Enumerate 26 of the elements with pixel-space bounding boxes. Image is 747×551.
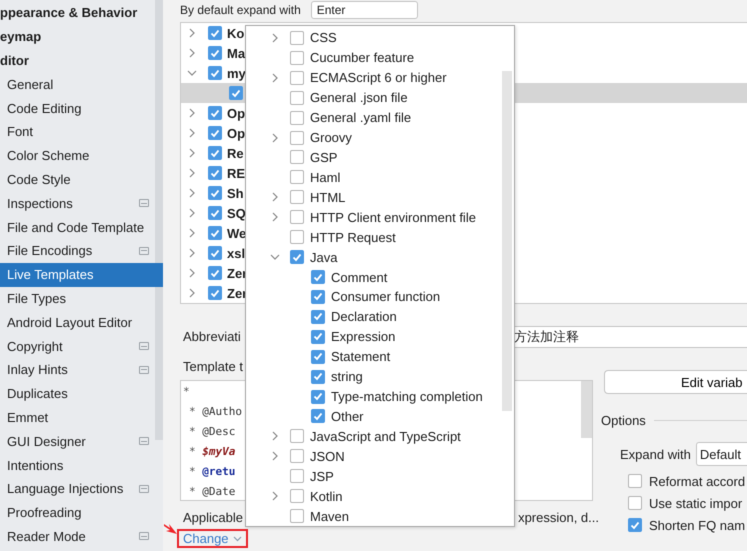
expand-with-label: Expand with [620, 446, 691, 462]
group-name: Ma [227, 46, 246, 60]
group-name: Sh [227, 186, 244, 200]
code-line: * @retu [189, 464, 236, 480]
code-line: * @Date [189, 484, 236, 500]
applicable-contexts: xpression, d... [518, 510, 599, 524]
group-name: SQ [227, 206, 246, 220]
group-name: Ko [227, 26, 244, 40]
options-title: Options [601, 412, 646, 428]
group-name: We [227, 226, 246, 240]
abbreviation-label: Abbreviati [182, 328, 241, 344]
group-name: my [227, 66, 246, 80]
code-line: * $myVa [189, 444, 236, 460]
group-name: Zer [227, 266, 248, 280]
expand-label: By default expand with [180, 3, 301, 17]
group-name: xsl [227, 246, 246, 260]
code-line: * @Autho [189, 404, 242, 420]
group-name: Op [227, 126, 246, 140]
group-name: Re [227, 146, 244, 160]
group-name: Op [227, 106, 246, 120]
code-line: * @Desc [189, 424, 236, 440]
group-name: RE [227, 166, 246, 180]
template-text-label: Template t [182, 358, 243, 376]
applicable-label: Applicable [182, 510, 243, 524]
code-line: * [183, 384, 190, 400]
group-name: Zer [227, 286, 248, 300]
